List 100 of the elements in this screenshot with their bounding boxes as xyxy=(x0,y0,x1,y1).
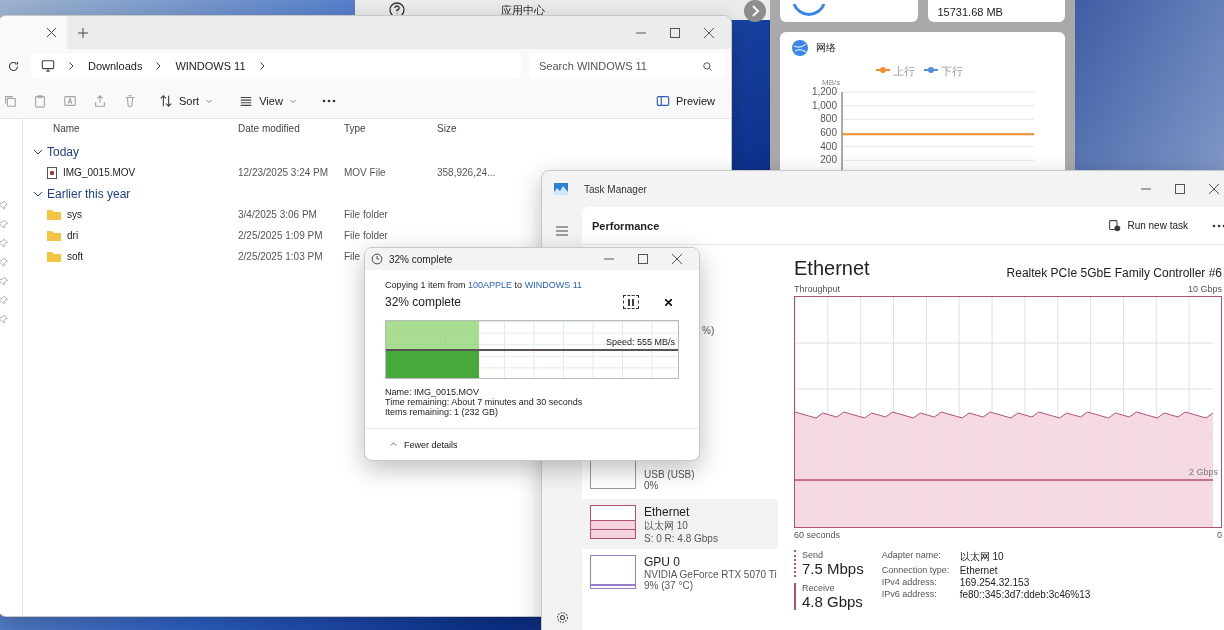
detail-line: Items remaining: 1 (232 GB) xyxy=(385,407,500,417)
destination-link[interactable]: WINDOWS 11 xyxy=(524,280,582,290)
chevron-icon xyxy=(69,62,74,70)
graph-max-label: 10 Gbps xyxy=(1187,284,1222,294)
more-icon xyxy=(321,98,336,103)
detail-line: Name: IMG_0015.MOV xyxy=(385,387,481,397)
group-header[interactable]: Today xyxy=(31,141,80,162)
view-button[interactable]: View xyxy=(235,91,301,110)
device-detail: 0% xyxy=(644,480,660,491)
file-name[interactable]: sys xyxy=(67,209,82,220)
device-detail: 9% (37 °C) xyxy=(644,580,694,591)
sort-button[interactable]: Sort xyxy=(155,91,218,110)
window-title: Task Manager xyxy=(584,183,647,195)
folder-icon xyxy=(47,230,61,241)
maximize-icon xyxy=(670,27,680,38)
property-value: Ethernet xyxy=(959,565,998,576)
type-cell: File folder xyxy=(344,209,388,220)
source-link[interactable]: 100APPLE xyxy=(468,280,513,290)
menu-icon xyxy=(556,226,568,236)
address-bar[interactable]: Downloads WINDOWS 11 xyxy=(31,53,521,79)
page-title: Performance xyxy=(592,219,660,232)
resource-heading: Ethernet xyxy=(794,257,870,280)
panel-icon xyxy=(655,93,670,108)
file-name[interactable]: dri xyxy=(67,230,79,241)
column-header[interactable]: Date modified xyxy=(238,122,300,134)
pause-button[interactable] xyxy=(623,295,639,309)
property-label: Connection type: xyxy=(881,565,950,576)
close-icon xyxy=(672,254,682,264)
settings-icon xyxy=(555,610,569,624)
rate-label: Send xyxy=(802,550,825,560)
run-new-task-button[interactable]: Run new task xyxy=(1104,217,1192,234)
video-file-icon xyxy=(47,166,57,179)
pin-icon xyxy=(0,201,8,210)
tick-label: 1,200 xyxy=(811,86,837,97)
column-header[interactable]: Size xyxy=(437,122,457,134)
detail-line: Time remaining: About 7 minutes and 30 seconds xyxy=(385,397,584,407)
tick-label: 600 xyxy=(820,127,837,138)
memory-value: 15731.68 MB xyxy=(937,6,1003,18)
legend-item: 上行 xyxy=(875,66,915,77)
device-detail: NVIDIA GeForce RTX 5070 Ti xyxy=(644,569,777,580)
graph-marker-label: 2 Gbps xyxy=(1188,467,1218,477)
graph-min-label: 0 xyxy=(1217,530,1222,540)
tick-label: 800 xyxy=(820,113,837,125)
caret-up-icon xyxy=(389,440,398,449)
gpu-thumbnail xyxy=(590,555,636,589)
rate-label: Receive xyxy=(802,583,836,593)
date-cell: 2/25/2025 1:03 PM xyxy=(238,251,323,262)
copy-message: Copying 1 item from 100APPLE to WINDOWS 11 xyxy=(385,280,583,290)
column-header[interactable]: Type xyxy=(344,122,366,134)
rate-value: 7.5 Mbps xyxy=(802,560,864,577)
progress-heading: 32% complete xyxy=(385,295,462,309)
search-icon xyxy=(702,60,713,72)
date-cell: 2/25/2025 1:09 PM xyxy=(238,230,323,241)
network-thumbnail xyxy=(590,505,636,539)
card-title: 网络 xyxy=(816,41,836,55)
pin-icon xyxy=(0,296,8,305)
legend-item: 下行 xyxy=(923,66,963,77)
column-header[interactable]: Name xyxy=(45,122,80,134)
run-task-icon xyxy=(1108,219,1122,232)
date-cell: 12/23/2025 3:24 PM xyxy=(238,167,329,178)
chevron-icon xyxy=(156,62,162,70)
pause-icon xyxy=(628,298,634,306)
pin-icon xyxy=(0,220,8,229)
fewer-details-button[interactable]: Fewer details xyxy=(385,437,462,452)
close-icon xyxy=(1209,184,1219,194)
clock-icon xyxy=(371,253,383,265)
breadcrumb-item[interactable]: WINDOWS 11 xyxy=(175,60,246,72)
chevron-icon xyxy=(259,62,265,70)
type-cell: File xyxy=(344,251,361,262)
legend-label: 上行 xyxy=(893,64,915,77)
breadcrumb-item[interactable]: Downloads xyxy=(88,60,143,72)
preview-button[interactable]: Preview xyxy=(651,91,719,110)
tick-label: 400 xyxy=(820,140,837,152)
device-item[interactable]: Ethernet 以太网 10 S: 0 R: 4.8 Gbps xyxy=(582,499,778,549)
tick-label: 200 xyxy=(820,154,837,166)
search-field[interactable]: Search WINDOWS 11 xyxy=(529,53,725,79)
sort-icon xyxy=(159,93,173,108)
device-item[interactable]: GPU 0 NVIDIA GeForce RTX 5070 Ti 9% (37 °C) xyxy=(582,549,778,599)
device-detail: USB (USB) xyxy=(644,469,695,480)
adapter-model: Realtek PCIe 5GbE Family Controller #6 xyxy=(1006,266,1222,280)
dialog-title: 32% complete xyxy=(389,253,453,265)
more-icon xyxy=(1212,223,1224,228)
rate-value: 4.8 Gbps xyxy=(802,593,864,610)
close-icon xyxy=(664,298,672,306)
maximize-icon xyxy=(638,254,648,264)
graph-label: Throughput xyxy=(794,284,841,294)
file-name[interactable]: soft xyxy=(67,251,84,262)
property-value: fe80::345:3d7:ddeb:3c46%13 xyxy=(959,589,1091,600)
date-cell: 3/4/2025 3:06 PM xyxy=(238,209,317,220)
file-name[interactable]: IMG_0015.MOV xyxy=(63,167,136,178)
group-header[interactable]: Earlier this year xyxy=(31,183,131,204)
legend-label: 下行 xyxy=(941,64,963,77)
speed-label: Speed: 555 MB/s xyxy=(605,337,675,347)
type-cell: MOV File xyxy=(344,167,386,178)
next-arrow-button[interactable] xyxy=(744,0,766,22)
folder-icon xyxy=(47,209,61,220)
property-label: Adapter name: xyxy=(881,550,941,562)
device-detail: S: 0 R: 4.8 Gbps xyxy=(644,533,718,544)
help-icon xyxy=(389,2,405,18)
pin-icon xyxy=(0,315,8,324)
